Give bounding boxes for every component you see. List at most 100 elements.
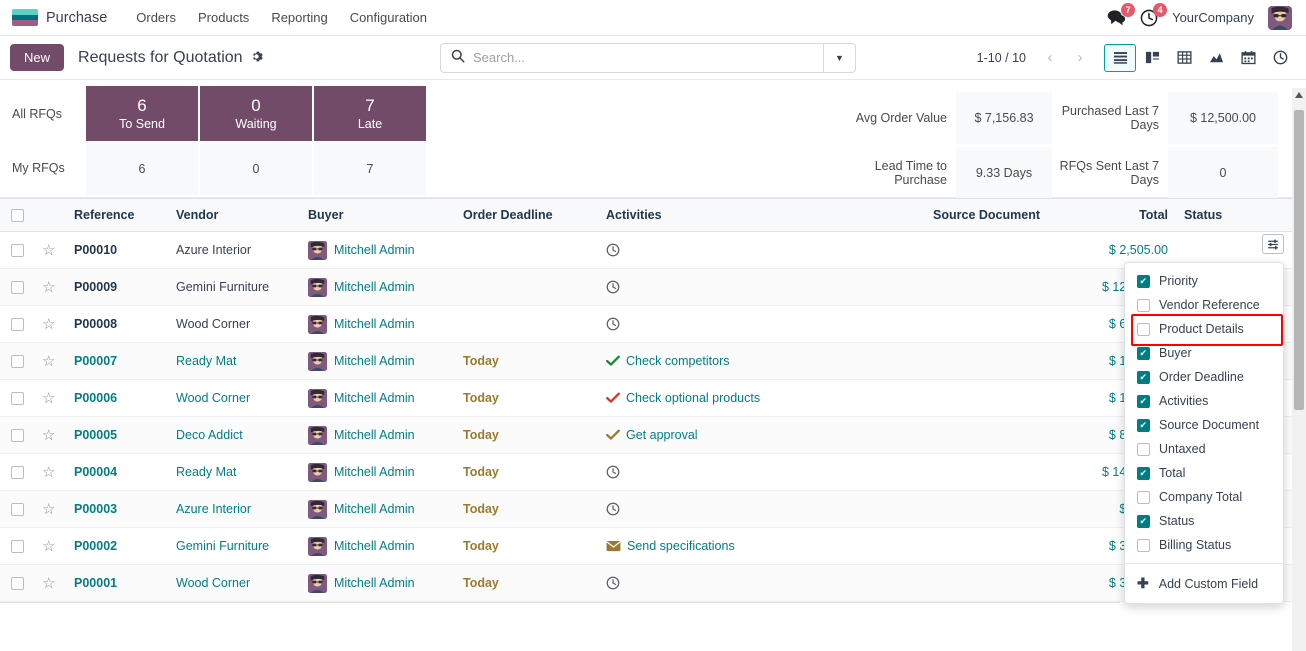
nav-menu-reporting[interactable]: Reporting: [260, 4, 338, 31]
row-buyer-cell[interactable]: Mitchell Admin: [300, 490, 455, 529]
kpi-my-late[interactable]: 7: [314, 142, 426, 195]
row-source-document-cell[interactable]: [820, 305, 1048, 344]
search-input[interactable]: [473, 50, 823, 65]
vertical-scrollbar[interactable]: [1292, 88, 1306, 651]
header-source-document[interactable]: Source Document: [820, 198, 1048, 233]
optional-columns-toggle-button[interactable]: [1262, 234, 1284, 254]
nav-menu-orders[interactable]: Orders: [125, 4, 187, 31]
row-order-deadline-cell[interactable]: [455, 231, 598, 270]
row-checkbox[interactable]: [10, 318, 24, 332]
row-priority-cell[interactable]: ☆: [34, 268, 66, 307]
row-priority-cell[interactable]: ☆: [34, 453, 66, 492]
header-vendor[interactable]: Vendor: [168, 198, 300, 233]
row-checkbox[interactable]: [10, 244, 24, 258]
header-status[interactable]: Status: [1176, 198, 1296, 233]
row-priority-cell[interactable]: ☆: [34, 305, 66, 344]
priority-star-icon[interactable]: ☆: [42, 242, 55, 259]
row-buyer-cell[interactable]: Mitchell Admin: [300, 268, 455, 307]
priority-star-icon[interactable]: ☆: [42, 575, 55, 592]
priority-star-icon[interactable]: ☆: [42, 464, 55, 481]
table-row[interactable]: ☆ P00006 Wood Corner Mitchell Admin Today Che…: [0, 379, 1296, 418]
dropdown-item-order-deadline[interactable]: Order Deadline: [1125, 365, 1283, 389]
row-select-cell[interactable]: [0, 564, 34, 603]
row-vendor-cell[interactable]: Wood Corner: [168, 379, 300, 418]
row-reference-cell[interactable]: P00009: [66, 268, 168, 307]
dropdown-checkbox[interactable]: [1137, 370, 1150, 384]
dropdown-item-billing-status[interactable]: Billing Status: [1125, 533, 1283, 557]
row-checkbox[interactable]: [10, 466, 24, 480]
pager-next-button[interactable]: ›: [1066, 45, 1094, 71]
row-buyer-cell[interactable]: Mitchell Admin: [300, 527, 455, 566]
view-button-graph[interactable]: [1200, 44, 1232, 72]
nav-menu-configuration[interactable]: Configuration: [339, 4, 438, 31]
row-order-deadline-cell[interactable]: [455, 305, 598, 344]
view-button-kanban[interactable]: [1136, 44, 1168, 72]
table-row[interactable]: ☆P00008Wood CornerMitchell Admin$ 6,465.…: [0, 305, 1296, 344]
row-priority-cell[interactable]: ☆: [34, 231, 66, 270]
activities-button[interactable]: 4: [1140, 2, 1168, 27]
row-order-deadline-cell[interactable]: Today: [455, 490, 598, 529]
dropdown-checkbox[interactable]: [1137, 514, 1150, 528]
row-vendor-cell[interactable]: Gemini Furniture: [168, 527, 300, 566]
row-priority-cell[interactable]: ☆: [34, 564, 66, 603]
dropdown-item-untaxed[interactable]: Untaxed: [1125, 437, 1283, 461]
pager-previous-button[interactable]: ‹: [1036, 45, 1064, 71]
row-reference-cell[interactable]: P00001: [66, 564, 168, 603]
header-total[interactable]: Total: [1048, 198, 1176, 233]
dropdown-checkbox[interactable]: [1137, 274, 1150, 288]
dropdown-checkbox[interactable]: [1137, 394, 1150, 408]
row-buyer-cell[interactable]: Mitchell Admin: [300, 342, 455, 381]
row-select-cell[interactable]: [0, 527, 34, 566]
table-row[interactable]: ☆P00004Ready MatMitchell AdminToday$ 14,…: [0, 453, 1296, 492]
row-activities-cell[interactable]: Check optional products: [598, 379, 820, 418]
header-buyer[interactable]: Buyer: [300, 198, 455, 233]
row-order-deadline-cell[interactable]: Today: [455, 453, 598, 492]
row-checkbox[interactable]: [10, 355, 24, 369]
scrollbar-up-arrow-icon[interactable]: [1295, 92, 1303, 98]
row-source-document-cell[interactable]: [820, 416, 1048, 455]
row-vendor-cell[interactable]: Azure Interior: [168, 490, 300, 529]
select-all-checkbox[interactable]: [10, 209, 24, 223]
row-order-deadline-cell[interactable]: Today: [455, 527, 598, 566]
row-vendor-cell[interactable]: Wood Corner: [168, 305, 300, 344]
view-button-pivot[interactable]: [1168, 44, 1200, 72]
table-row[interactable]: ☆ P00010 Azure Interior Mitchell Admin $ 2,5…: [0, 231, 1296, 270]
row-select-cell[interactable]: [0, 416, 34, 455]
stat-value-avg-order-value[interactable]: $ 7,156.83: [956, 92, 1052, 144]
row-priority-cell[interactable]: ☆: [34, 342, 66, 381]
table-row[interactable]: ☆ P00005 Deco Addict Mitchell Admin Today Get…: [0, 416, 1296, 455]
row-source-document-cell[interactable]: [820, 231, 1048, 270]
table-row[interactable]: ☆P00009Gemini FurnitureMitchell Admin$ 1…: [0, 268, 1296, 307]
row-checkbox[interactable]: [10, 281, 24, 295]
row-checkbox[interactable]: [10, 540, 24, 554]
row-reference-cell[interactable]: P00006: [66, 379, 168, 418]
dropdown-checkbox[interactable]: [1137, 490, 1150, 504]
row-source-document-cell[interactable]: [820, 490, 1048, 529]
kpi-all-waiting[interactable]: 0 Waiting: [200, 86, 312, 141]
row-activities-cell[interactable]: [598, 231, 820, 270]
scrollbar-thumb[interactable]: [1294, 110, 1304, 410]
row-reference-cell[interactable]: P00002: [66, 527, 168, 566]
nav-menu-products[interactable]: Products: [187, 4, 260, 31]
table-row[interactable]: ☆ P00003 Azure Interior Mitchell Admin Today…: [0, 490, 1296, 529]
row-activities-cell[interactable]: [598, 268, 820, 307]
row-activities-cell[interactable]: Check competitors: [598, 342, 820, 381]
row-source-document-cell[interactable]: [820, 268, 1048, 307]
kpi-my-to-send[interactable]: 6: [86, 142, 198, 195]
row-source-document-cell[interactable]: [820, 379, 1048, 418]
row-vendor-cell[interactable]: Wood Corner: [168, 564, 300, 603]
messages-button[interactable]: 7: [1107, 3, 1136, 26]
row-priority-cell[interactable]: ☆: [34, 416, 66, 455]
dropdown-item-source-document[interactable]: Source Document: [1125, 413, 1283, 437]
odoo-logo-icon[interactable]: [12, 9, 38, 26]
row-buyer-cell[interactable]: Mitchell Admin: [300, 453, 455, 492]
row-reference-cell[interactable]: P00008: [66, 305, 168, 344]
priority-star-icon[interactable]: ☆: [42, 538, 55, 555]
dropdown-item-product-details[interactable]: Product Details: [1125, 317, 1283, 341]
priority-star-icon[interactable]: ☆: [42, 279, 55, 296]
row-priority-cell[interactable]: ☆: [34, 379, 66, 418]
dropdown-checkbox[interactable]: [1137, 346, 1150, 360]
stat-value-lead-time-to-purchase[interactable]: 9.33 Days: [956, 147, 1052, 199]
row-buyer-cell[interactable]: Mitchell Admin: [300, 231, 455, 270]
stat-value-purchased-last-7-days[interactable]: $ 12,500.00: [1168, 92, 1278, 144]
